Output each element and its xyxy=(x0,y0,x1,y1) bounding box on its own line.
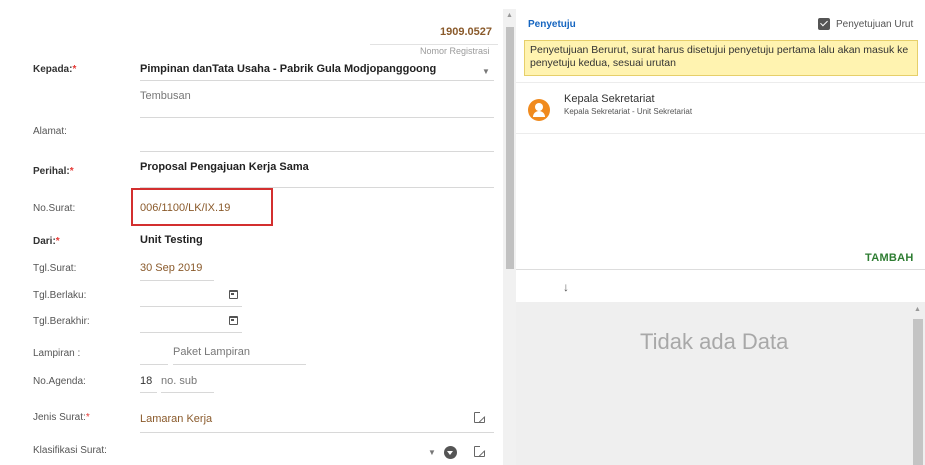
tglberlaku-calendar-icon[interactable] xyxy=(229,290,238,299)
lampiran-label: Lampiran : xyxy=(33,348,81,359)
lampiran-package-input[interactable]: Paket Lampiran xyxy=(173,346,250,358)
empty-data-area xyxy=(516,302,925,465)
jenis-surat-label: Jenis Surat:* xyxy=(33,412,90,423)
down-arrow-icon: ↓ xyxy=(563,280,569,294)
lampiran-count-input[interactable] xyxy=(140,364,168,365)
kepada-label: Kepada:* xyxy=(33,64,77,75)
tglsurat-input[interactable]: 30 Sep 2019 xyxy=(140,262,202,274)
left-gutter xyxy=(0,0,19,465)
tglberlaku-label: Tgl.Berlaku: xyxy=(33,290,87,301)
sequential-notice: Penyetujuan Berurut, surat harus disetuj… xyxy=(524,40,918,76)
perihal-input[interactable]: Proposal Pengajuan Kerja Sama xyxy=(140,161,309,173)
dari-value: Unit Testing xyxy=(140,234,203,246)
noagenda-label: No.Agenda: xyxy=(33,376,86,387)
dari-label: Dari:* xyxy=(33,236,60,247)
jenis-surat-input[interactable]: Lamaran Kerja xyxy=(140,413,212,425)
tglsurat-underline xyxy=(140,280,214,281)
nosub-input[interactable]: no. sub xyxy=(161,375,197,387)
approval-title: Penyetuju xyxy=(528,19,576,30)
registration-number: 1909.0527 xyxy=(440,26,492,38)
approver-subtitle: Kepala Sekretariat - Unit Sekretariat xyxy=(564,107,693,116)
lampiran-package-underline xyxy=(173,364,306,365)
letter-form-panel xyxy=(19,9,503,465)
noagenda-underline xyxy=(140,392,157,393)
registration-underline xyxy=(370,44,498,45)
tembusan-underline xyxy=(140,117,494,118)
perihal-label: Perihal:* xyxy=(33,166,74,177)
klasifikasi-caret-icon[interactable]: ▼ xyxy=(428,448,436,457)
tembusan-input[interactable]: Tembusan xyxy=(140,90,191,102)
klasifikasi-open-icon[interactable] xyxy=(474,445,486,457)
kepada-select[interactable]: Pimpinan danTata Usaha - Pabrik Gula Mod… xyxy=(140,63,436,75)
nosurat-highlight xyxy=(131,188,273,226)
empty-data-text: Tidak ada Data xyxy=(640,329,789,354)
avatar-icon xyxy=(528,99,550,121)
tglberakhir-input[interactable] xyxy=(140,332,242,333)
klasifikasi-dropdown-icon[interactable] xyxy=(444,446,457,459)
jenis-surat-underline xyxy=(140,432,494,433)
approver-name: Kepala Sekretariat xyxy=(564,93,655,105)
empty-area-scrollbar-thumb[interactable] xyxy=(913,319,923,465)
empty-scroll-up-icon[interactable]: ▲ xyxy=(914,306,921,313)
tglberakhir-label: Tgl.Berakhir: xyxy=(33,316,90,327)
tglsurat-label: Tgl.Surat: xyxy=(33,263,77,274)
nosub-underline xyxy=(161,392,214,393)
sequential-approval-checkbox[interactable] xyxy=(818,18,830,30)
alamat-label: Alamat: xyxy=(33,126,67,137)
form-scroll-up-icon[interactable]: ▲ xyxy=(506,12,513,19)
klasifikasi-label: Klasifikasi Surat: xyxy=(33,445,107,456)
alamat-input[interactable] xyxy=(140,151,494,152)
nosurat-label: No.Surat: xyxy=(33,203,76,214)
noagenda-input[interactable]: 18 xyxy=(140,375,152,387)
kepada-caret-icon[interactable]: ▼ xyxy=(482,67,490,76)
form-scrollbar-thumb[interactable] xyxy=(506,27,514,269)
tglberakhir-calendar-icon[interactable] xyxy=(229,316,238,325)
jenis-surat-open-icon[interactable] xyxy=(474,411,486,423)
kepada-underline xyxy=(140,80,494,81)
add-approver-button[interactable]: TAMBAH xyxy=(865,252,914,264)
arrow-divider-row xyxy=(516,269,925,301)
registration-label: Nomor Registrasi xyxy=(420,46,490,56)
tglberlaku-input[interactable] xyxy=(140,306,242,307)
sequential-approval-label[interactable]: Penyetujuan Urut xyxy=(836,19,913,30)
